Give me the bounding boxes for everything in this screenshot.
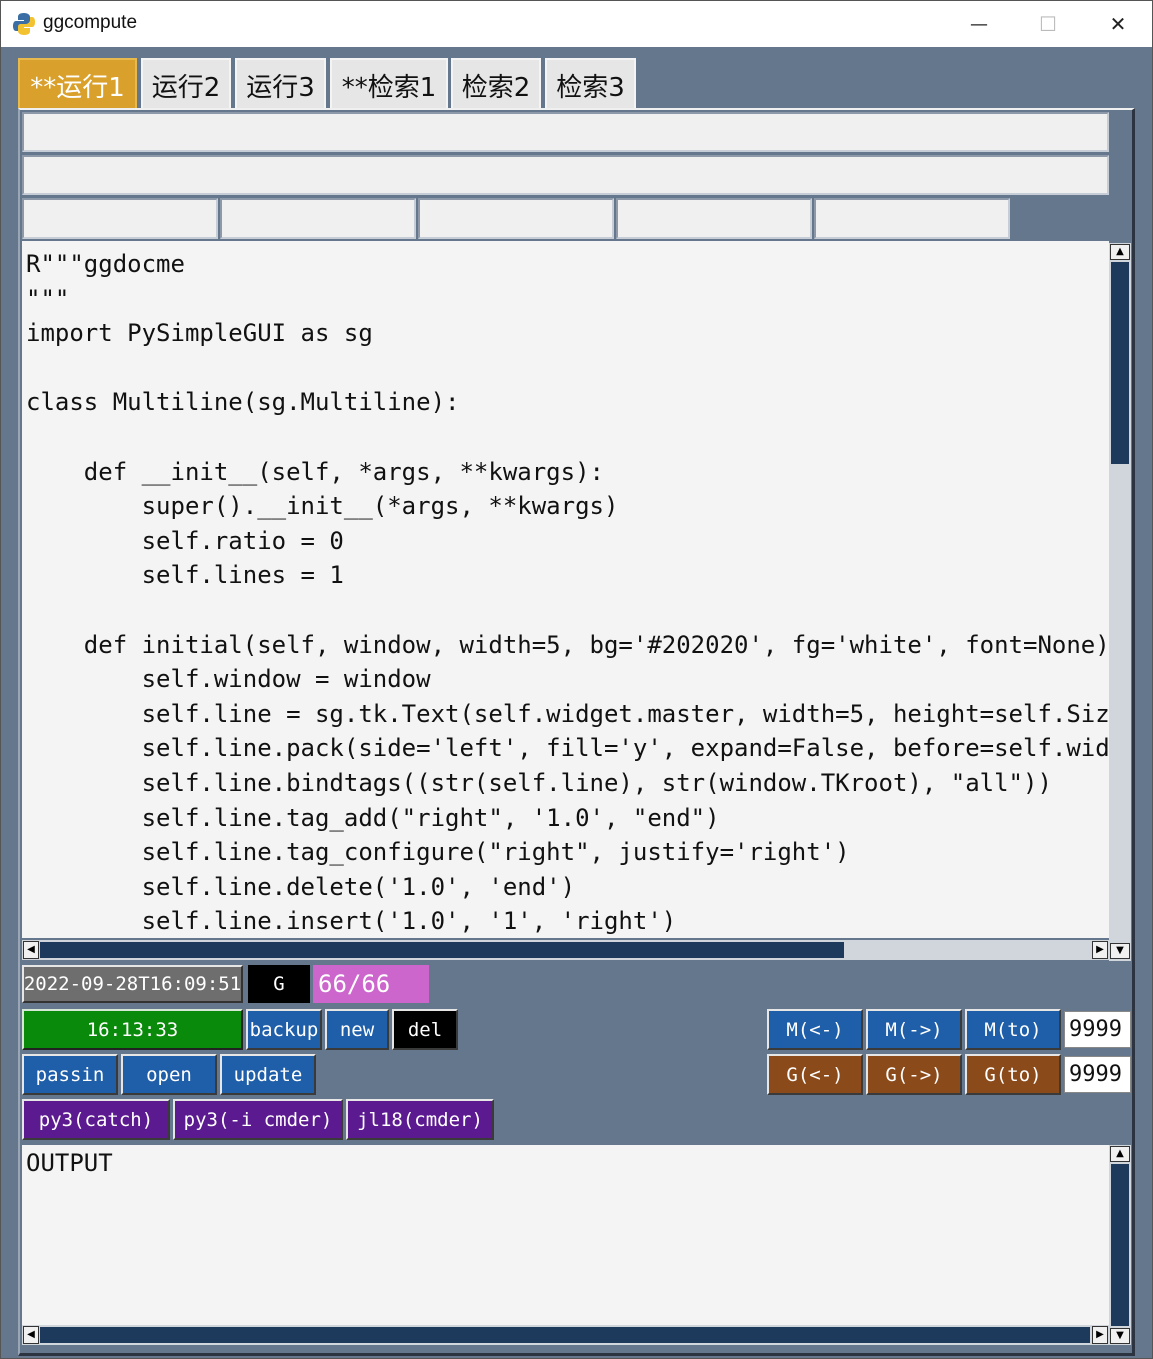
code-line: def initial(self, window, width=5, bg='#… (26, 630, 1109, 659)
output-horizontal-scroll-thumb[interactable] (40, 1327, 1090, 1343)
code-line: self.window = window (26, 665, 431, 694)
g-target-input[interactable]: 9999 (1064, 1056, 1131, 1093)
code-line: """ (26, 284, 70, 313)
code-line: R"""ggdocme (26, 250, 185, 278)
passin-button[interactable]: passin (22, 1054, 118, 1095)
g-prev-button[interactable]: G(<-) (767, 1054, 863, 1095)
m-prev-button[interactable]: M(<-) (767, 1009, 863, 1050)
output-scroll-down-icon[interactable]: ▼ (1110, 1328, 1130, 1344)
new-button[interactable]: new (325, 1009, 389, 1050)
code-text: R"""ggdocme """ import PySimpleGUI as sg c… (26, 247, 1109, 938)
param-field-4[interactable] (616, 198, 812, 239)
code-line: self.line.bindtags((str(self.line), str(… (26, 768, 1052, 797)
scroll-up-icon[interactable]: ▲ (1110, 244, 1130, 260)
input-field-1[interactable] (22, 112, 1109, 152)
datetime-label: 2022-09-28T16:09:51 (22, 965, 243, 1003)
title-bar: ggcompute — ☐ ✕ (0, 0, 1153, 47)
code-horizontal-scroll-thumb[interactable] (40, 942, 844, 958)
input-field-2[interactable] (22, 155, 1109, 195)
code-line: self.line.pack(side='left', fill='y', ex… (26, 734, 1109, 763)
scroll-right-icon[interactable]: ▶ (1092, 941, 1108, 959)
code-vertical-scroll-thumb[interactable] (1111, 262, 1129, 464)
output-area[interactable]: OUTPUT (22, 1145, 1109, 1325)
code-line: import PySimpleGUI as sg (26, 319, 373, 348)
code-line: self.lines = 1 (26, 561, 344, 590)
code-line: self.line.delete('1.0', 'end') (26, 872, 576, 901)
tab-run-1[interactable]: **运行1 (18, 58, 137, 110)
py3-i-cmder-button[interactable]: py3(-i cmder) (173, 1099, 343, 1140)
output-scroll-up-icon[interactable]: ▲ (1110, 1146, 1130, 1162)
open-button[interactable]: open (121, 1054, 217, 1095)
del-button[interactable]: del (392, 1009, 458, 1050)
progress-label: 66/66 (313, 965, 429, 1003)
code-line: def __init__(self, *args, **kwargs): (26, 457, 604, 486)
backup-button[interactable]: backup (246, 1009, 322, 1050)
python-logo-icon (13, 13, 35, 35)
m-next-button[interactable]: M(->) (866, 1009, 962, 1050)
tab-run-2[interactable]: 运行2 (141, 58, 231, 110)
param-field-2[interactable] (220, 198, 416, 239)
param-field-3[interactable] (418, 198, 614, 239)
jl18-cmder-button[interactable]: jl18(cmder) (346, 1099, 494, 1140)
code-line: self.line.insert('1.0', '1', 'right') (26, 907, 677, 936)
m-to-button[interactable]: M(to) (965, 1009, 1061, 1050)
minimize-button[interactable]: — (944, 1, 1014, 47)
code-line: self.ratio = 0 (26, 526, 344, 555)
code-line: self.line.tag_configure("right", justify… (26, 838, 850, 867)
code-editor[interactable]: R"""ggdocme """ import PySimpleGUI as sg c… (22, 241, 1109, 938)
code-line: self.line = sg.tk.Text(self.widget.maste… (26, 699, 1109, 728)
code-line: class Multiline(sg.Multiline): (26, 388, 460, 417)
maximize-button[interactable]: ☐ (1013, 1, 1083, 47)
param-field-1[interactable] (22, 198, 218, 239)
update-button[interactable]: update (220, 1054, 316, 1095)
tab-run-3[interactable]: 运行3 (235, 58, 326, 110)
py3-catch-button[interactable]: py3(catch) (22, 1099, 170, 1140)
mode-label: G (248, 965, 310, 1003)
g-next-button[interactable]: G(->) (866, 1054, 962, 1095)
g-to-button[interactable]: G(to) (965, 1054, 1061, 1095)
output-text: OUTPUT (26, 1149, 113, 1177)
code-line: self.line.tag_add("right", '1.0', "end") (26, 803, 720, 832)
close-button[interactable]: ✕ (1083, 1, 1153, 47)
tab-search-3[interactable]: 检索3 (545, 58, 636, 110)
output-scroll-right-icon[interactable]: ▶ (1092, 1326, 1108, 1344)
output-vertical-scroll-thumb[interactable] (1111, 1164, 1129, 1326)
tab-search-2[interactable]: 检索2 (451, 58, 541, 110)
window-title: ggcompute (43, 12, 138, 33)
m-target-input[interactable]: 9999 (1064, 1011, 1131, 1048)
clock-label: 16:13:33 (22, 1009, 243, 1050)
scroll-down-icon[interactable]: ▼ (1110, 943, 1130, 959)
tab-search-1[interactable]: **检索1 (330, 58, 448, 110)
code-line: super().__init__(*args, **kwargs) (26, 492, 619, 521)
scroll-left-icon[interactable]: ◀ (23, 941, 39, 959)
param-field-5[interactable] (814, 198, 1010, 239)
output-scroll-left-icon[interactable]: ◀ (23, 1326, 39, 1344)
